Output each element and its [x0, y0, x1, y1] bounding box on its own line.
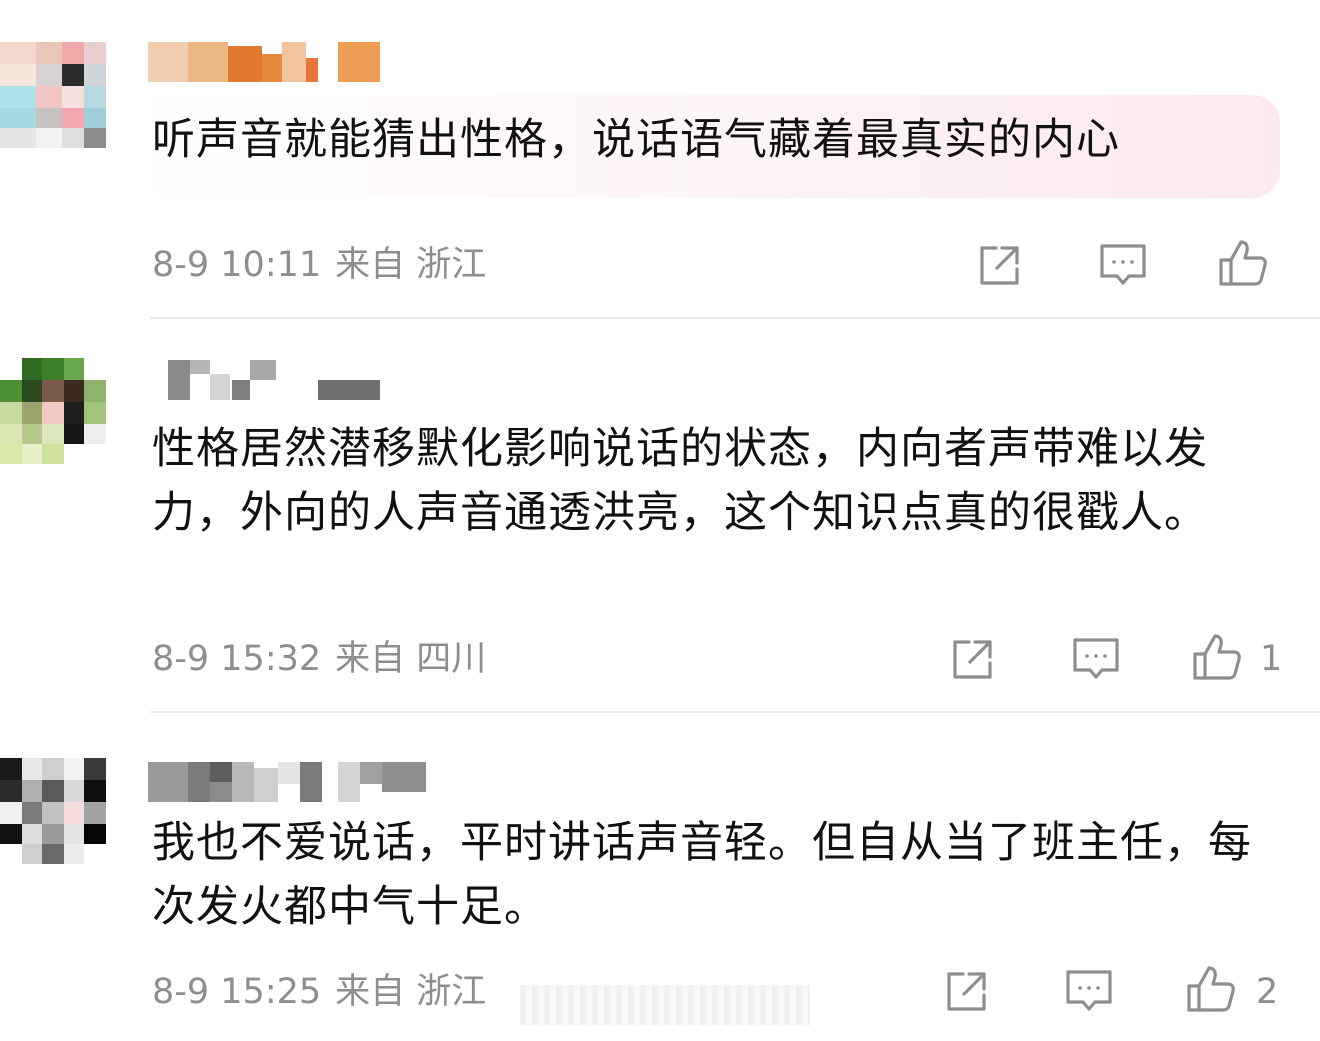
comment-date: 8-9 15:25 [152, 972, 322, 1012]
comment-icon [1066, 970, 1112, 1011]
username[interactable] [148, 762, 426, 802]
like-button[interactable] [1186, 964, 1236, 1014]
share-icon [947, 972, 986, 1011]
comment-item: 我也不爱说话，平时讲话声音轻。但自从当了班主任，每次发火都中气十足。 8-9 1… [0, 0, 1320, 1041]
comment-meta: 8-9 15:25 来自 浙江 [152, 970, 486, 1014]
comment-list: 听声音就能猜出性格，说话语气藏着最真实的内心 8-9 10:11 来自 浙江 性… [0, 0, 1320, 1041]
blurred-overlay [520, 985, 810, 1025]
avatar[interactable] [0, 758, 106, 864]
reply-button[interactable] [1064, 966, 1114, 1016]
like-count: 2 [1256, 972, 1279, 1012]
thumbs-up-icon [1187, 966, 1235, 1012]
comment-text: 我也不爱说话，平时讲话声音轻。但自从当了班主任，每次发火都中气十足。 [152, 818, 1252, 932]
share-button[interactable] [942, 966, 992, 1016]
comment-location: 来自 浙江 [335, 972, 487, 1012]
